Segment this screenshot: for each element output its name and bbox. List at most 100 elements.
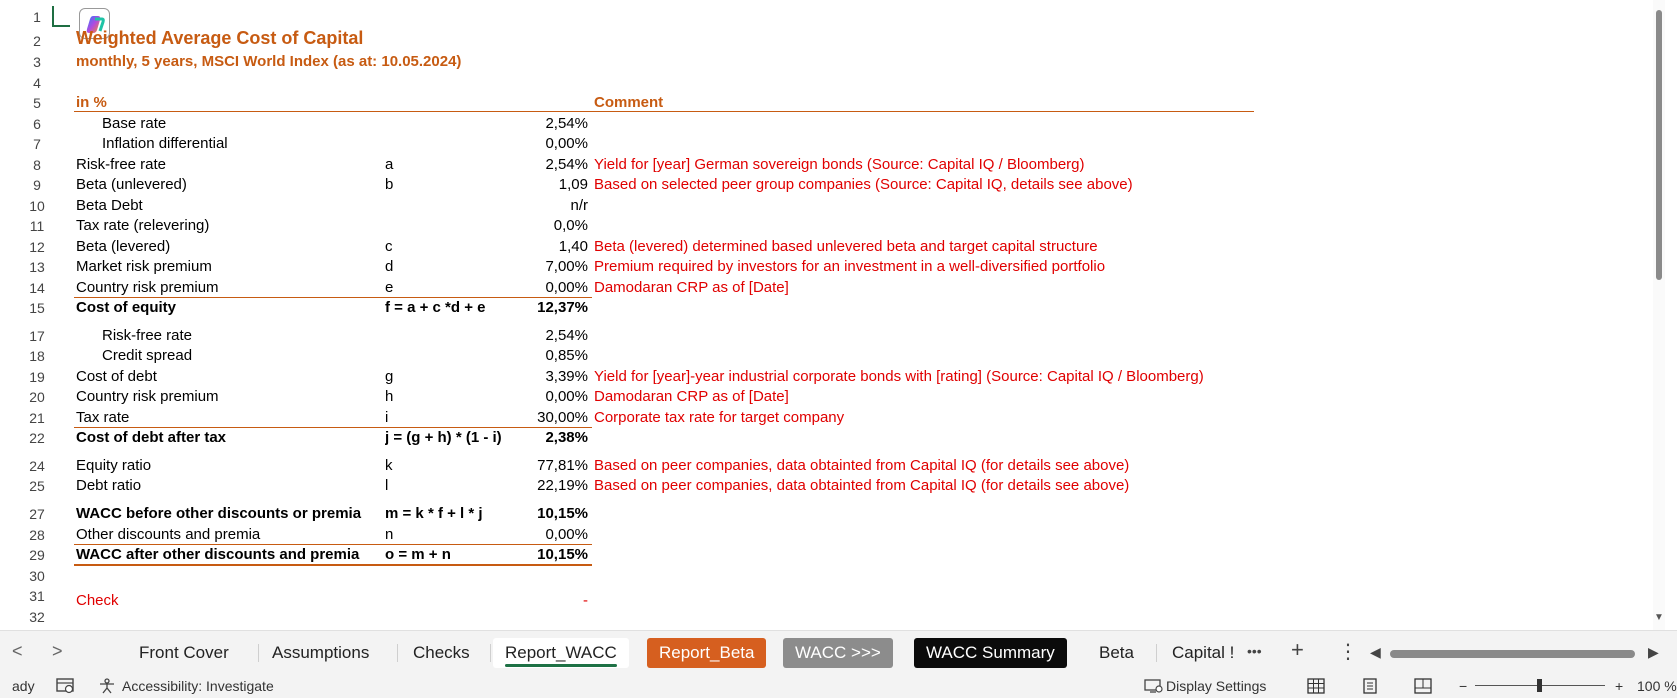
page-break-icon[interactable]: [1414, 678, 1432, 697]
accessibility-status[interactable]: Accessibility: Investigate: [122, 678, 274, 694]
vertical-scroll-thumb[interactable]: [1656, 10, 1662, 280]
tab-front-cover[interactable]: Front Cover: [127, 638, 241, 668]
next-sheet-button[interactable]: >: [52, 641, 63, 662]
row-header[interactable]: 27: [26, 506, 48, 522]
zoom-level[interactable]: 100 %: [1637, 678, 1677, 694]
cell-mode-icon[interactable]: [56, 678, 76, 697]
row-comment[interactable]: Based on peer companies, data obtainted …: [594, 457, 1254, 474]
row-value[interactable]: 0,00%: [500, 279, 588, 296]
row-label[interactable]: Tax rate: [76, 409, 385, 426]
row-symbol[interactable]: b: [385, 176, 510, 193]
row-header[interactable]: 22: [26, 430, 48, 446]
row-value[interactable]: 30,00%: [500, 409, 588, 426]
add-sheet-button[interactable]: +: [1291, 637, 1304, 663]
row-symbol[interactable]: f = a + c *d + e: [385, 299, 510, 316]
row-header[interactable]: 18: [26, 348, 48, 364]
row-value[interactable]: 2,38%: [500, 429, 588, 446]
row-value[interactable]: 1,40: [500, 238, 588, 255]
row-symbol[interactable]: d: [385, 258, 510, 275]
row-header[interactable]: 25: [26, 478, 48, 494]
row-header[interactable]: 28: [26, 527, 48, 543]
row-value[interactable]: n/r: [500, 197, 588, 214]
row-header[interactable]: 5: [26, 95, 48, 111]
scroll-down-arrow-icon[interactable]: ▼: [1654, 612, 1664, 623]
row-label[interactable]: Beta Debt: [76, 197, 385, 214]
row-symbol[interactable]: i: [385, 409, 510, 426]
row-symbol[interactable]: e: [385, 279, 510, 296]
row-header[interactable]: 13: [26, 259, 48, 275]
zoom-slider-thumb[interactable]: [1537, 679, 1542, 692]
row-header[interactable]: 1: [26, 9, 48, 25]
row-header[interactable]: 20: [26, 389, 48, 405]
row-header[interactable]: 10: [26, 198, 48, 214]
row-value[interactable]: 10,15%: [500, 505, 588, 522]
display-settings-icon[interactable]: [1144, 678, 1164, 697]
row-value[interactable]: 0,00%: [500, 135, 588, 152]
row-label[interactable]: Risk-free rate: [76, 156, 385, 173]
row-symbol[interactable]: a: [385, 156, 510, 173]
row-comment[interactable]: Based on selected peer group companies (…: [594, 176, 1254, 193]
row-comment[interactable]: Yield for [year]-year industrial corpora…: [594, 368, 1254, 385]
horizontal-scrollbar[interactable]: [1390, 650, 1635, 658]
row-symbol[interactable]: j = (g + h) * (1 - i): [385, 429, 510, 446]
row-value[interactable]: 0,0%: [500, 217, 588, 234]
row-value[interactable]: 1,09: [500, 176, 588, 193]
zoom-out-button[interactable]: −: [1459, 678, 1467, 694]
scroll-left-arrow-icon[interactable]: ◀: [1370, 644, 1381, 661]
row-symbol[interactable]: m = k * f + l * j: [385, 505, 510, 522]
previous-sheet-button[interactable]: <: [12, 641, 23, 662]
row-value[interactable]: 0,00%: [500, 388, 588, 405]
row-header[interactable]: 12: [26, 239, 48, 255]
row-value[interactable]: 2,54%: [500, 115, 588, 132]
row-value[interactable]: 22,19%: [500, 477, 588, 494]
normal-view-icon[interactable]: [1307, 678, 1325, 697]
row-label[interactable]: WACC after other discounts and premia: [76, 546, 385, 563]
tab-report-beta[interactable]: Report_Beta: [647, 638, 767, 668]
row-header[interactable]: 8: [26, 157, 48, 173]
tab-wacc-arrows[interactable]: WACC >>>: [783, 638, 893, 668]
row-value[interactable]: 2,54%: [500, 156, 588, 173]
row-header[interactable]: 4: [26, 75, 48, 91]
row-header[interactable]: 31: [26, 588, 48, 604]
row-header[interactable]: 17: [26, 328, 48, 344]
row-value[interactable]: 0,00%: [500, 526, 588, 543]
row-header[interactable]: 14: [26, 280, 48, 296]
row-label[interactable]: Base rate: [102, 115, 411, 132]
row-symbol[interactable]: h: [385, 388, 510, 405]
display-settings-button[interactable]: Display Settings: [1166, 678, 1266, 694]
tab-capital[interactable]: Capital !: [1160, 638, 1250, 668]
row-comment[interactable]: Based on peer companies, data obtainted …: [594, 477, 1254, 494]
row-value[interactable]: 10,15%: [500, 546, 588, 563]
row-header[interactable]: 29: [26, 547, 48, 563]
scroll-right-arrow-icon[interactable]: ▶: [1648, 644, 1659, 661]
row-comment[interactable]: Beta (levered) determined based unlevere…: [594, 238, 1254, 255]
row-label[interactable]: Equity ratio: [76, 457, 385, 474]
row-comment[interactable]: Corporate tax rate for target company: [594, 409, 1254, 426]
row-header[interactable]: 21: [26, 410, 48, 426]
row-symbol[interactable]: g: [385, 368, 510, 385]
row-value[interactable]: 7,00%: [500, 258, 588, 275]
row-label[interactable]: Other discounts and premia: [76, 526, 385, 543]
row-label[interactable]: Beta (levered): [76, 238, 385, 255]
row-symbol[interactable]: k: [385, 457, 510, 474]
row-label[interactable]: Market risk premium: [76, 258, 385, 275]
row-header[interactable]: 2: [26, 33, 48, 49]
vertical-scrollbar[interactable]: ▼: [1653, 0, 1665, 630]
row-value[interactable]: 0,85%: [500, 347, 588, 364]
accessibility-icon[interactable]: [97, 678, 117, 697]
row-label[interactable]: Credit spread: [102, 347, 411, 364]
more-tabs-button[interactable]: •••: [1247, 643, 1262, 659]
page-layout-icon[interactable]: [1361, 678, 1379, 697]
row-header[interactable]: 9: [26, 177, 48, 193]
horizontal-scroll-thumb[interactable]: [1390, 650, 1635, 658]
row-header[interactable]: 11: [26, 218, 48, 234]
row-symbol[interactable]: c: [385, 238, 510, 255]
row-label[interactable]: Beta (unlevered): [76, 176, 385, 193]
tab-checks[interactable]: Checks: [401, 638, 482, 668]
row-label[interactable]: Inflation differential: [102, 135, 411, 152]
tab-report-wacc[interactable]: Report_WACC: [493, 638, 629, 668]
tab-assumptions[interactable]: Assumptions: [260, 638, 381, 668]
row-label[interactable]: Country risk premium: [76, 388, 385, 405]
row-header[interactable]: 32: [26, 609, 48, 625]
row-header[interactable]: 24: [26, 458, 48, 474]
